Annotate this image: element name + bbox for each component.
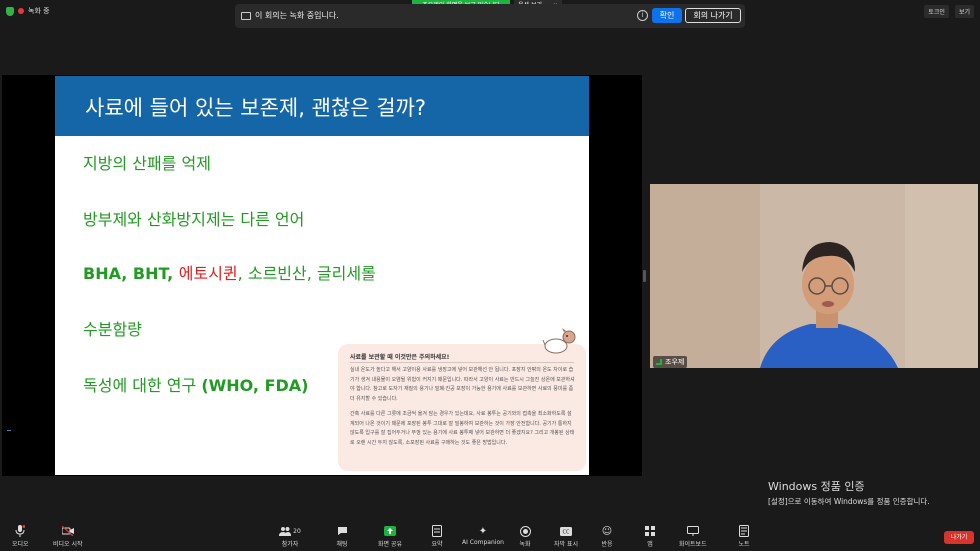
whiteboard-button[interactable]: 화이트보드 [679, 525, 707, 551]
info-icon[interactable]: i [637, 10, 648, 21]
sparkle-icon: ✦ [478, 525, 488, 537]
top-right-controls: 토크인 보기 [924, 5, 974, 18]
meeting-toolbar: 오디오 비디오 시작 20 참가자 채팅 화면 공유 요약 ✦ AI Compa… [0, 519, 980, 551]
smiley-icon: ☺ [601, 525, 613, 537]
shield-icon [6, 6, 14, 16]
bullet-part: (WHO, FDA) [201, 376, 309, 395]
apps-label: 앱 [647, 541, 653, 548]
participant-name: 조우제 [665, 358, 685, 366]
watermark-line: Windows 정품 인증 [768, 480, 865, 493]
participants-button[interactable]: 20 참가자 [278, 525, 302, 551]
reactions-label: 반응 [601, 541, 613, 548]
participants-icon: 20 [278, 525, 302, 537]
captions-icon: CC [560, 525, 572, 537]
signal-icon [656, 359, 662, 365]
video-label: 비디오 시작 [53, 541, 83, 548]
panel-resize-handle[interactable] [643, 270, 646, 282]
microphone-icon [14, 525, 26, 537]
share-screen-icon [384, 525, 396, 537]
svg-text:CC: CC [563, 529, 570, 535]
slide-bullet: 수분함량 [83, 320, 142, 339]
chat-label: 채팅 [336, 541, 348, 548]
leave-meeting-button[interactable]: 회의 나가기 [685, 8, 741, 23]
confirm-button[interactable]: 확인 [652, 8, 682, 23]
video-off-icon [61, 525, 74, 537]
leave-button[interactable]: 나가기 [944, 531, 974, 544]
participants-count: 20 [293, 527, 301, 535]
slide-title: 사료에 들어 있는 보존제, 괜찮은 걸까? [85, 96, 426, 120]
recording-notice-banner: 이 회의는 녹화 중입니다. i 확인 회의 나가기 [235, 4, 745, 28]
share-screen-label: 화면 공유 [378, 541, 402, 548]
participant-video-tile[interactable]: 조우제 [650, 184, 978, 368]
bullet-highlight: 에토시퀸 [178, 264, 238, 283]
tip-title: 사료를 보관할 때 이것만은 주의하세요! [350, 354, 450, 361]
apps-icon [644, 525, 656, 537]
record-button[interactable]: 녹화 [519, 525, 531, 551]
dog-illustration-icon [542, 328, 576, 354]
slide-bullet: 지방의 산패를 억제 [83, 154, 211, 173]
audio-label: 오디오 [12, 541, 29, 548]
ai-companion-button[interactable]: ✦ AI Companion [462, 525, 504, 551]
bullet-part: 글리세롤 [316, 264, 376, 283]
recording-label: 녹화 중 [28, 7, 50, 15]
tip-divider [350, 362, 574, 363]
slide-bullet: BHA, BHT, 에토시퀸, 소르빈산, 글리세롤 [83, 260, 376, 284]
record-dot-icon [18, 8, 24, 14]
windows-activation-watermark: Windows 정품 인증 [설정]으로 이동하여 Windows를 정품 인증… [768, 478, 930, 507]
video-button[interactable]: 비디오 시작 [53, 525, 83, 551]
slide-bullet: 방부제와 산화방지제는 다른 언어 [83, 210, 305, 229]
bullet-part: BHA, BHT, [83, 264, 179, 283]
storage-tip-box: 사료를 보관할 때 이것만은 주의하세요! 실내 온도가 높다고 해서 고양이용… [338, 344, 586, 471]
share-screen-button[interactable]: 화면 공유 [378, 525, 402, 551]
bullet-part: , 소르빈산, [237, 264, 317, 283]
record-icon [519, 525, 531, 537]
presentation-slide: 사료에 들어 있는 보존제, 괜찮은 걸까? 지방의 산패를 억제 방부제와 산… [55, 76, 589, 475]
captions-button[interactable]: CC 자막 표시 [554, 525, 578, 551]
captions-label: 자막 표시 [554, 541, 578, 548]
participant-name-tag: 조우제 [653, 356, 688, 368]
talk-in-button[interactable]: 토크인 [924, 5, 949, 18]
whiteboard-icon [686, 525, 699, 537]
participant-video-feed [650, 184, 978, 368]
caption-icon [241, 12, 251, 20]
bullet-part: 독성에 대한 연구 [83, 376, 202, 395]
tip-paragraph: 간혹 사료를 다른 그릇에 조금씩 옮겨 담는 경우가 있는데요, 사료 봉투는… [350, 411, 575, 446]
notes-icon [738, 525, 750, 537]
ai-companion-label: AI Companion [462, 539, 504, 546]
notes-button[interactable]: 노트 [738, 525, 750, 551]
cursor-mark [7, 430, 11, 431]
audio-button[interactable]: 오디오 [12, 525, 29, 551]
tip-paragraph: 실내 온도가 높다고 해서 고양이용 사료를 냉장고에 넣어 보관해선 안 됩니… [350, 367, 575, 402]
notes-label: 노트 [738, 541, 750, 548]
apps-button[interactable]: 앱 [644, 525, 656, 551]
record-label: 녹화 [519, 541, 531, 548]
slide-bullet: 독성에 대한 연구 (WHO, FDA) [83, 372, 308, 396]
reactions-button[interactable]: ☺ 반응 [601, 525, 613, 551]
summary-button[interactable]: 요약 [431, 525, 443, 551]
summary-icon [431, 525, 443, 537]
watermark-line: [설정]으로 이동하여 Windows를 정품 인증합니다. [768, 497, 930, 506]
participants-label: 참가자 [281, 541, 299, 548]
recording-indicator[interactable]: 녹화 중 [6, 4, 50, 18]
chat-button[interactable]: 채팅 [336, 525, 348, 551]
slide-header: 사료에 들어 있는 보존제, 괜찮은 걸까? [55, 76, 589, 136]
view-button[interactable]: 보기 [954, 5, 974, 18]
summary-label: 요약 [431, 541, 443, 548]
recording-notice-text: 이 회의는 녹화 중입니다. [255, 11, 339, 20]
chat-icon [336, 525, 348, 537]
whiteboard-label: 화이트보드 [679, 541, 707, 548]
